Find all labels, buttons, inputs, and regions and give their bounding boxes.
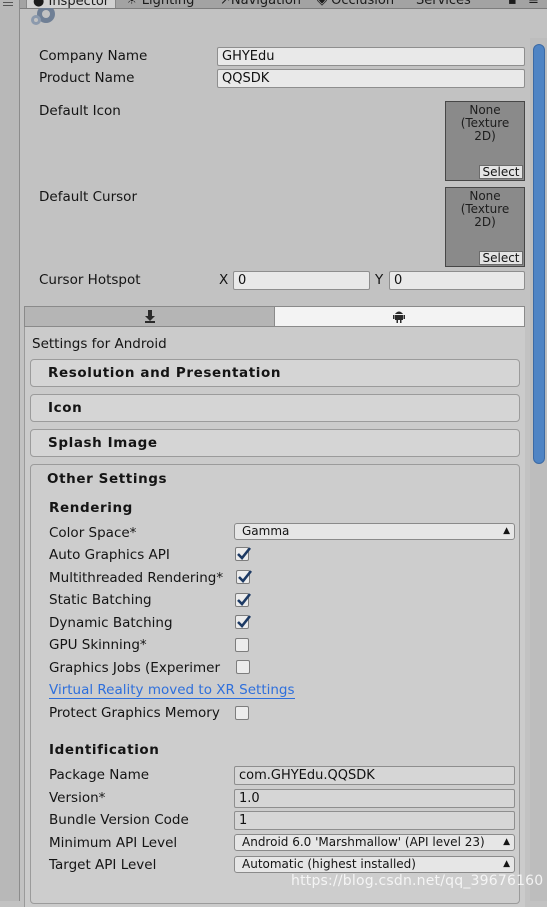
occlusion-icon: ◈ — [317, 0, 332, 8]
default-icon-label: Default Icon — [39, 103, 121, 119]
target-api-level-dropdown[interactable]: Automatic (highest installed) ▲ — [234, 856, 515, 873]
window-tab-bar: ● Inspector ☀ Lighting ↗Navigation ◈ Occ… — [20, 0, 547, 9]
version-field[interactable]: 1.0 — [234, 789, 515, 808]
dropdown-value: Automatic (highest installed) — [242, 857, 416, 871]
cursor-hotspot-label: Cursor Hotspot — [39, 272, 141, 288]
hotspot-y-label: Y — [375, 272, 384, 288]
package-name-field[interactable]: com.GHYEdu.QQSDK — [234, 766, 515, 785]
default-icon-select-button[interactable]: Select — [479, 165, 523, 179]
company-name-field[interactable]: GHYEdu — [217, 47, 525, 66]
dropdown-arrow-icon: ▲ — [503, 859, 510, 869]
static-batching-label: Static Batching — [49, 592, 152, 608]
multithreaded-rendering-checkbox[interactable] — [236, 570, 253, 584]
graphics-jobs-checkbox[interactable] — [236, 660, 250, 674]
package-name-label: Package Name — [49, 767, 150, 783]
bundle-version-code-label: Bundle Version Code — [49, 812, 189, 828]
static-batching-checkbox[interactable] — [235, 593, 252, 607]
dynamic-batching-label: Dynamic Batching — [49, 615, 173, 631]
menu-icon-line — [3, 5, 13, 6]
settings-for-android-title: Settings for Android — [32, 336, 167, 352]
section-title: Icon — [48, 400, 83, 416]
scrollbar-thumb[interactable] — [533, 44, 545, 464]
version-label: Version* — [49, 790, 106, 806]
hotspot-x-label: X — [219, 272, 229, 288]
product-name-label: Product Name — [39, 70, 135, 86]
minimum-api-level-label: Minimum API Level — [49, 835, 178, 851]
tab-label: Navigation — [230, 0, 302, 8]
default-cursor-select-button[interactable]: Select — [479, 251, 523, 265]
default-cursor-texture-slot[interactable]: None (Texture 2D) Select — [445, 187, 525, 267]
player-settings-gear-icon — [31, 8, 55, 25]
dropdown-value: Android 6.0 'Marshmallow' (API level 23) — [242, 835, 485, 849]
minimum-api-level-dropdown[interactable]: Android 6.0 'Marshmallow' (API level 23)… — [234, 834, 515, 851]
dropdown-value: Gamma — [242, 524, 290, 538]
tab-label: Services — [416, 0, 471, 8]
dropdown-arrow-icon: ▲ — [503, 526, 510, 536]
default-icon-texture-slot[interactable]: None (Texture 2D) Select — [445, 101, 525, 181]
tab-android[interactable] — [275, 307, 524, 326]
default-cursor-label: Default Cursor — [39, 189, 137, 205]
section-title: Resolution and Presentation — [48, 365, 282, 381]
rendering-heading: Rendering — [49, 500, 133, 516]
navigation-icon: ↗ — [220, 0, 231, 8]
section-splash-image[interactable]: Splash Image — [30, 429, 520, 457]
graphics-jobs-label: Graphics Jobs (Experimer — [49, 660, 221, 676]
lighting-icon: ☀ — [126, 0, 142, 8]
tab-occlusion[interactable]: ◈ Occlusion — [317, 0, 395, 8]
hotspot-x-field[interactable]: 0 — [233, 271, 370, 290]
auto-graphics-api-checkbox[interactable] — [235, 547, 252, 561]
color-space-label: Color Space* — [49, 525, 137, 541]
multithreaded-rendering-label: Multithreaded Rendering* — [49, 570, 224, 586]
texture-none-text: None (Texture 2D) — [460, 189, 510, 229]
texture-none-text: None (Texture 2D) — [460, 103, 510, 143]
platform-tabs — [24, 306, 525, 327]
tab-standalone[interactable] — [25, 307, 275, 326]
other-settings-header[interactable]: Other Settings — [47, 471, 167, 487]
watermark-text: https://blog.csdn.net/qq_39676160 — [291, 873, 544, 889]
lock-icon[interactable]: ▪ — [508, 0, 517, 8]
auto-graphics-api-label: Auto Graphics API — [49, 547, 170, 563]
hotspot-y-field[interactable]: 0 — [389, 271, 525, 290]
gpu-skinning-checkbox[interactable] — [235, 638, 249, 652]
identification-heading: Identification — [49, 742, 160, 758]
section-title: Splash Image — [48, 435, 158, 451]
protect-graphics-memory-label: Protect Graphics Memory — [49, 705, 220, 721]
tab-services[interactable]: Services — [416, 0, 471, 8]
section-resolution-presentation[interactable]: Resolution and Presentation — [30, 359, 520, 387]
dropdown-arrow-icon: ▲ — [503, 835, 510, 850]
checkmark-icon — [237, 615, 252, 628]
tab-label: Occlusion — [331, 0, 395, 8]
menu-icon[interactable] — [3, 2, 13, 3]
context-menu-icon[interactable]: ≡ — [528, 0, 539, 8]
android-icon — [393, 311, 405, 323]
checkmark-icon — [238, 570, 253, 583]
checkmark-icon — [237, 547, 252, 560]
checkmark-icon — [237, 593, 252, 606]
protect-graphics-memory-checkbox[interactable] — [235, 706, 249, 720]
download-icon — [145, 310, 155, 323]
target-api-level-label: Target API Level — [49, 857, 157, 873]
vr-moved-to-xr-link[interactable]: Virtual Reality moved to XR Settings — [49, 682, 295, 699]
company-name-label: Company Name — [39, 48, 148, 64]
gpu-skinning-label: GPU Skinning* — [49, 637, 147, 653]
product-name-field[interactable]: QQSDK — [217, 69, 525, 88]
section-icon[interactable]: Icon — [30, 394, 520, 422]
bundle-version-code-field[interactable]: 1 — [234, 811, 515, 830]
tab-navigation[interactable]: ↗Navigation — [220, 0, 302, 8]
tab-lighting[interactable]: ☀ Lighting — [126, 0, 195, 8]
tab-label: Lighting — [141, 0, 195, 8]
left-panel-strip — [0, 0, 20, 901]
dynamic-batching-checkbox[interactable] — [235, 615, 252, 629]
color-space-dropdown[interactable]: Gamma ▲ — [234, 523, 515, 540]
